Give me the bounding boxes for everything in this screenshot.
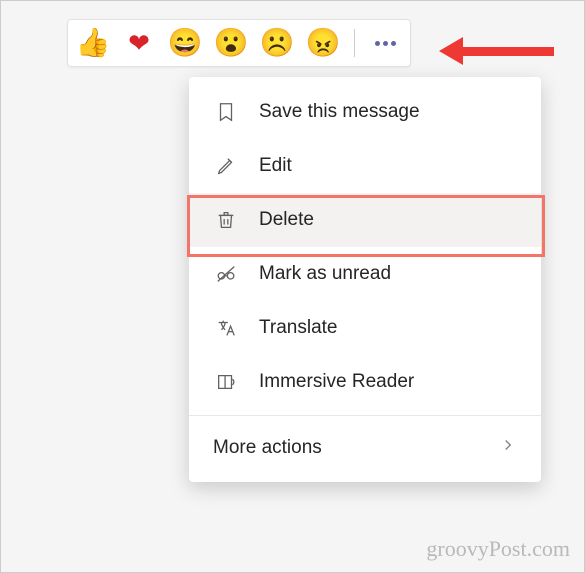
message-context-menu: Save this message Edit Delete Mark as un… (189, 77, 541, 482)
glasses-off-icon (213, 261, 239, 287)
reaction-angry[interactable]: 😠 (306, 26, 340, 60)
toolbar-divider (354, 29, 355, 57)
reaction-laugh[interactable]: 😄 (168, 26, 202, 60)
menu-item-label: Save this message (259, 101, 420, 123)
arrow-annotation (439, 37, 554, 65)
translate-icon (213, 315, 239, 341)
reader-icon (213, 369, 239, 395)
menu-item-label: Edit (259, 155, 292, 177)
menu-item-label: Translate (259, 317, 338, 339)
menu-separator (189, 415, 541, 416)
watermark: groovyPost.com (426, 536, 570, 562)
bookmark-icon (213, 99, 239, 125)
menu-item-label: Mark as unread (259, 263, 391, 285)
reaction-heart[interactable]: ❤ (122, 26, 156, 60)
reaction-like[interactable]: 👍 (76, 26, 110, 60)
pencil-icon (213, 153, 239, 179)
menu-item-label: Delete (259, 209, 314, 231)
menu-item-edit[interactable]: Edit (189, 139, 541, 193)
chevron-right-icon (499, 436, 517, 460)
menu-item-immersive-reader[interactable]: Immersive Reader (189, 355, 541, 409)
menu-item-mark-unread[interactable]: Mark as unread (189, 247, 541, 301)
reaction-surprised[interactable]: 😮 (214, 26, 248, 60)
reaction-sad[interactable]: ☹️ (260, 26, 294, 60)
trash-icon (213, 207, 239, 233)
menu-item-more-actions[interactable]: More actions (189, 422, 541, 474)
menu-item-save[interactable]: Save this message (189, 85, 541, 139)
reaction-toolbar: 👍 ❤ 😄 😮 ☹️ 😠 (67, 19, 411, 67)
menu-item-label: Immersive Reader (259, 371, 414, 393)
menu-item-delete[interactable]: Delete (189, 193, 541, 247)
more-options-button[interactable] (369, 35, 402, 52)
menu-item-translate[interactable]: Translate (189, 301, 541, 355)
menu-item-label: More actions (213, 437, 322, 459)
